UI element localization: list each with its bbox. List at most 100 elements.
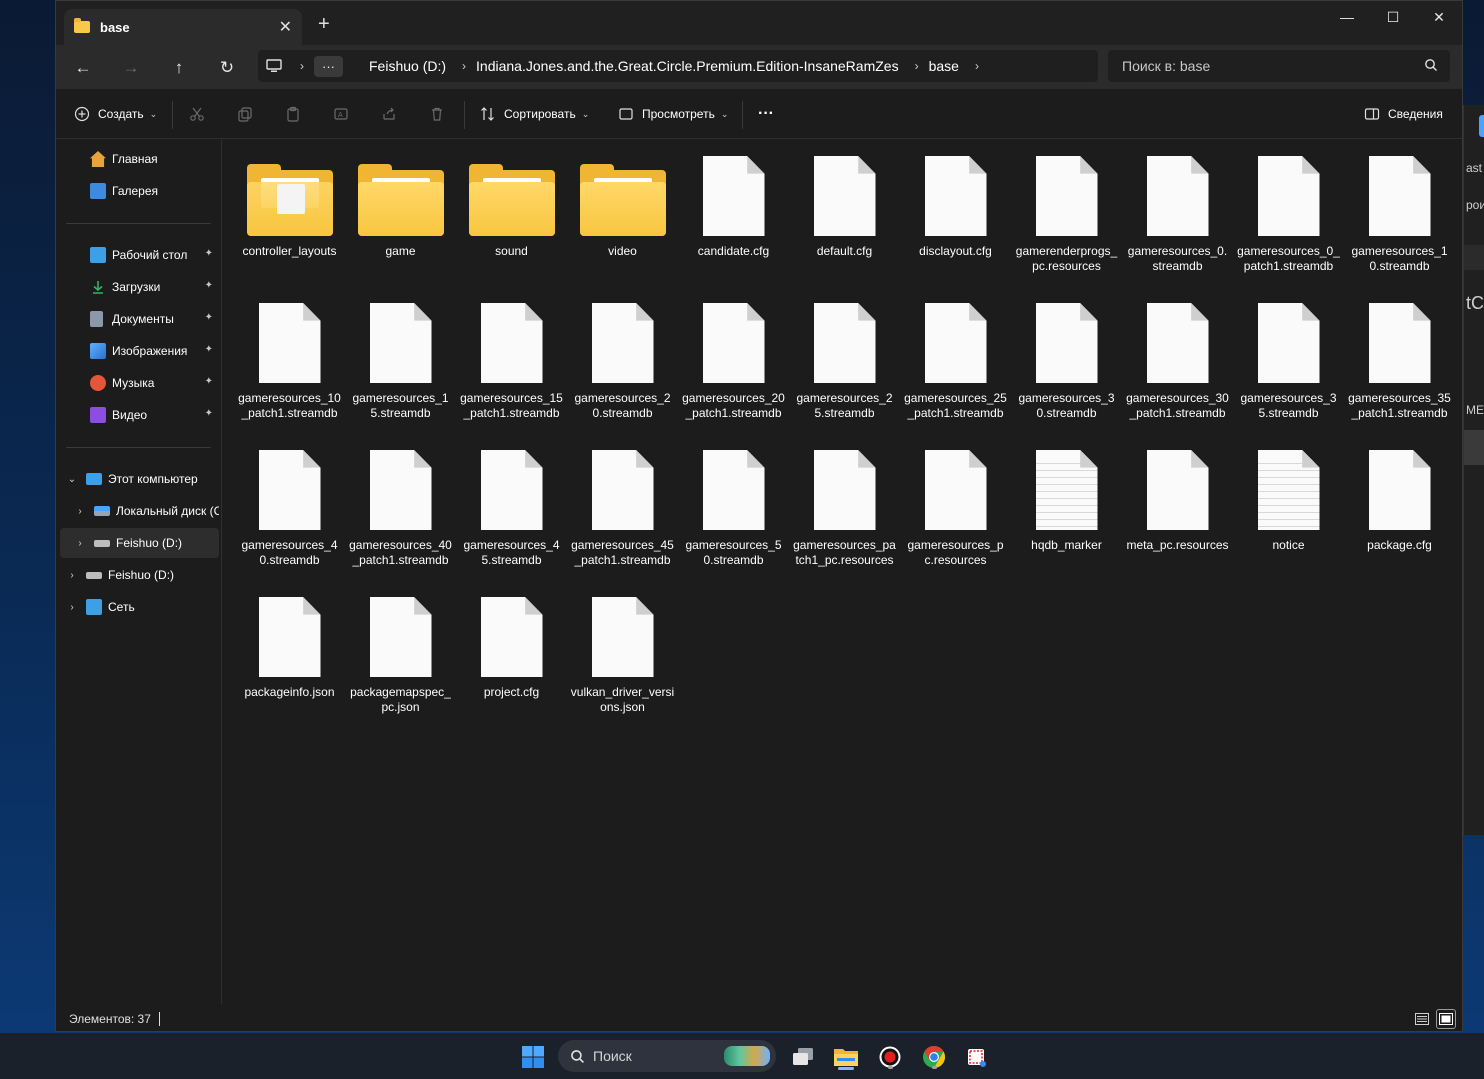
file-item[interactable]: vulkan_driver_versions.json	[567, 587, 678, 734]
file-item[interactable]: gameresources_45_patch1.streamdb	[567, 440, 678, 587]
breadcrumb-overflow-button[interactable]: ···	[314, 55, 343, 77]
cut-icon[interactable]	[186, 103, 208, 125]
maximize-button[interactable]: ☐	[1370, 1, 1416, 33]
file-item[interactable]: project.cfg	[456, 587, 567, 734]
chevron-down-icon[interactable]: ⌄	[66, 474, 78, 485]
file-item[interactable]: packagemapspec_pc.json	[345, 587, 456, 734]
file-item[interactable]: gameresources_25.streamdb	[789, 293, 900, 440]
up-button[interactable]: ↑	[164, 53, 194, 83]
chevron-right-icon[interactable]: ›	[975, 59, 979, 73]
sidebar-item-feishuo-d[interactable]: › Feishuo (D:)	[60, 528, 219, 558]
file-item[interactable]: gameresources_20_patch1.streamdb	[678, 293, 789, 440]
file-item[interactable]: gameresources_40_patch1.streamdb	[345, 440, 456, 587]
file-item[interactable]: meta_pc.resources	[1122, 440, 1233, 587]
computer-icon[interactable]	[258, 59, 290, 73]
sidebar-item-gallery[interactable]: Галерея	[60, 176, 219, 206]
share-icon[interactable]	[378, 103, 400, 125]
taskbar-search[interactable]: Поиск	[558, 1040, 776, 1072]
pane-splitter[interactable]	[221, 140, 222, 1004]
taskbar-snipping-tool[interactable]	[960, 1041, 994, 1073]
forward-button[interactable]: →	[116, 53, 146, 83]
sidebar-item-pictures[interactable]: Изображения ✦	[60, 336, 219, 366]
chevron-right-icon[interactable]: ›	[66, 570, 78, 581]
refresh-button[interactable]: ↻	[212, 53, 242, 83]
file-item[interactable]: gameresources_35_patch1.streamdb	[1344, 293, 1455, 440]
sidebar-item-desktop[interactable]: Рабочий стол ✦	[60, 240, 219, 270]
minimize-button[interactable]: —	[1324, 1, 1370, 33]
rename-icon[interactable]: A	[330, 103, 352, 125]
search-input[interactable]	[1122, 58, 1402, 74]
file-item[interactable]: gameresources_15.streamdb	[345, 293, 456, 440]
details-view-button[interactable]	[1412, 1009, 1432, 1029]
view-button[interactable]: Просмотреть ⌄	[618, 101, 728, 127]
close-window-button[interactable]: ✕	[1416, 1, 1462, 33]
folder-item[interactable]: controller_layouts	[234, 146, 345, 293]
file-item[interactable]: gameresources_30_patch1.streamdb	[1122, 293, 1233, 440]
create-button[interactable]: Создать ⌄	[74, 101, 157, 127]
file-item[interactable]: disclayout.cfg	[900, 146, 1011, 293]
see-more-button[interactable]: ···	[758, 101, 774, 127]
pin-icon[interactable]: ✦	[205, 280, 213, 291]
pin-icon[interactable]: ✦	[205, 408, 213, 419]
file-item[interactable]: gameresources_45.streamdb	[456, 440, 567, 587]
tab-base[interactable]: base ✕	[64, 9, 302, 45]
paste-icon[interactable]	[282, 103, 304, 125]
sidebar-item-videos[interactable]: Видео ✦	[60, 400, 219, 430]
file-item[interactable]: notice	[1233, 440, 1344, 587]
sidebar-item-documents[interactable]: Документы ✦	[60, 304, 219, 334]
folder-item[interactable]: game	[345, 146, 456, 293]
sidebar-item-network[interactable]: › Сеть	[60, 592, 219, 622]
folder-item[interactable]: sound	[456, 146, 567, 293]
file-item[interactable]: packageinfo.json	[234, 587, 345, 734]
file-item[interactable]: candidate.cfg	[678, 146, 789, 293]
chevron-right-icon[interactable]: ›	[66, 602, 78, 613]
file-item[interactable]: gamerenderprogs_pc.resources	[1011, 146, 1122, 293]
breadcrumb-base[interactable]: base	[929, 58, 959, 74]
file-item[interactable]: gameresources_20.streamdb	[567, 293, 678, 440]
file-item[interactable]: package.cfg	[1344, 440, 1455, 587]
breadcrumb-game-folder[interactable]: Indiana.Jones.and.the.Great.Circle.Premi…	[476, 58, 899, 74]
file-item[interactable]: gameresources_pc.resources	[900, 440, 1011, 587]
breadcrumb-drive[interactable]: Feishuo (D:)	[369, 58, 446, 74]
file-item[interactable]: gameresources_0.streamdb	[1122, 146, 1233, 293]
search-icon[interactable]	[1424, 58, 1438, 75]
file-item[interactable]: gameresources_10.streamdb	[1344, 146, 1455, 293]
start-button[interactable]	[516, 1041, 550, 1073]
sidebar-item-this-pc[interactable]: ⌄ Этот компьютер	[60, 464, 219, 494]
sidebar-item-music[interactable]: Музыка ✦	[60, 368, 219, 398]
file-item[interactable]: default.cfg	[789, 146, 900, 293]
sidebar-item-feishuo-d-root[interactable]: › Feishuo (D:)	[60, 560, 219, 590]
sidebar-item-local-disk-c[interactable]: › Локальный диск (C:)	[60, 496, 219, 526]
file-item[interactable]: gameresources_patch1_pc.resources	[789, 440, 900, 587]
folder-item[interactable]: video	[567, 146, 678, 293]
delete-icon[interactable]	[426, 103, 448, 125]
pin-icon[interactable]: ✦	[205, 376, 213, 387]
sidebar-item-downloads[interactable]: Загрузки ✦	[60, 272, 219, 302]
file-item[interactable]: gameresources_15_patch1.streamdb	[456, 293, 567, 440]
file-item[interactable]: hqdb_marker	[1011, 440, 1122, 587]
file-item[interactable]: gameresources_40.streamdb	[234, 440, 345, 587]
task-view-button[interactable]	[786, 1041, 820, 1073]
pin-icon[interactable]: ✦	[205, 312, 213, 323]
file-item[interactable]: gameresources_0_patch1.streamdb	[1233, 146, 1344, 293]
back-button[interactable]: ←	[68, 53, 98, 83]
copy-icon[interactable]	[234, 103, 256, 125]
file-item[interactable]: gameresources_30.streamdb	[1011, 293, 1122, 440]
sidebar-item-home[interactable]: Главная	[60, 144, 219, 174]
new-tab-button[interactable]: +	[318, 13, 330, 36]
taskbar-file-explorer[interactable]	[829, 1041, 863, 1073]
close-tab-icon[interactable]: ✕	[279, 17, 292, 37]
pin-icon[interactable]: ✦	[205, 344, 213, 355]
sort-button[interactable]: Сортировать ⌄	[480, 101, 589, 127]
taskbar-chrome[interactable]	[917, 1041, 951, 1073]
file-item[interactable]: gameresources_10_patch1.streamdb	[234, 293, 345, 440]
taskbar-recorder[interactable]	[873, 1041, 907, 1073]
pin-icon[interactable]: ✦	[205, 248, 213, 259]
file-item[interactable]: gameresources_50.streamdb	[678, 440, 789, 587]
chevron-right-icon[interactable]: ›	[74, 538, 86, 549]
large-icons-view-button[interactable]	[1436, 1009, 1456, 1029]
file-item[interactable]: gameresources_35.streamdb	[1233, 293, 1344, 440]
file-item[interactable]: gameresources_25_patch1.streamdb	[900, 293, 1011, 440]
address-bar[interactable]: › ··· Feishuo (D:) › Indiana.Jones.and.t…	[258, 50, 1098, 82]
search-box[interactable]	[1108, 50, 1450, 82]
